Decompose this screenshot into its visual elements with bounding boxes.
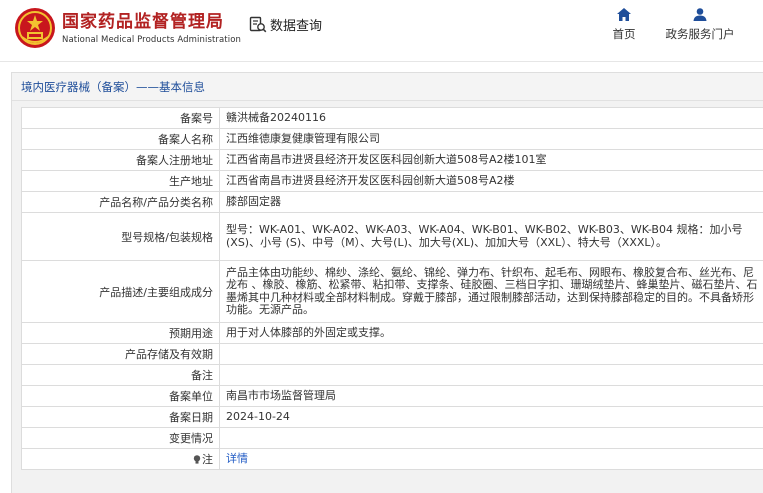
nav-service-portal[interactable]: 政务服务门户 [660, 8, 740, 42]
national-emblem-icon [15, 8, 55, 48]
row-label-intended-use: 预期用途 [21, 322, 220, 344]
row-label-model-spec: 型号规格/包装规格 [21, 212, 220, 261]
data-query-label: 数据查询 [270, 19, 323, 34]
site-header: 国家药品监督管理局 National Medical Products Admi… [0, 0, 763, 62]
record-detail-panel: 境内医疗器械（备案）——基本信息 备案号 赣洪械备20240116 备案人名称 … [11, 72, 763, 493]
row-value-remarks [219, 364, 763, 386]
row-value-filing-date: 2024-10-24 [219, 406, 763, 428]
row-value-product-description: 产品主体由功能纱、棉纱、涤纶、氨纶、锦纶、弹力布、针织布、起毛布、网眼布、橡胶复… [219, 260, 763, 323]
row-value-product-name: 膝部固定器 [219, 191, 763, 213]
row-value-filer-name: 江西维德康复健康管理有限公司 [219, 128, 763, 150]
table-row: 备案人名称 江西维德康复健康管理有限公司 [21, 128, 763, 150]
row-label-production-address: 生产地址 [21, 170, 220, 192]
table-row: 产品名称/产品分类名称 膝部固定器 [21, 191, 763, 213]
row-label-filer-name: 备案人名称 [21, 128, 220, 150]
data-query-section[interactable]: 数据查询 [249, 15, 322, 34]
row-label-change-status: 变更情况 [21, 427, 220, 449]
panel-title-main: 境内医疗器械（备案） [21, 80, 136, 94]
row-label-filing-date: 备案日期 [21, 406, 220, 428]
table-row: 备注 [21, 364, 763, 386]
table-row: 备案单位 南昌市市场监督管理局 [21, 385, 763, 407]
row-label-record-no: 备案号 [21, 107, 220, 129]
nav-service-portal-label: 政务服务门户 [665, 27, 735, 41]
lightbulb-icon [193, 455, 201, 464]
row-value-filing-unit: 南昌市市场监督管理局 [219, 385, 763, 407]
note-label-text: 注 [202, 453, 213, 466]
row-value-note: 详情 [219, 448, 763, 470]
nav-home-label: 首页 [612, 27, 636, 41]
row-label-filing-unit: 备案单位 [21, 385, 220, 407]
row-value-model-spec: 型号：WK-A01、WK-A02、WK-A03、WK-A04、WK-B01、WK… [219, 212, 763, 261]
row-label-product-description: 产品描述/主要组成成分 [21, 260, 220, 323]
data-query-icon [249, 16, 267, 32]
row-label-product-name: 产品名称/产品分类名称 [21, 191, 220, 213]
row-value-registered-address: 江西省南昌市进贤县经济开发区医科园创新大道508号A2楼101室 [219, 149, 763, 171]
user-icon [693, 8, 707, 21]
row-value-production-address: 江西省南昌市进贤县经济开发区医科园创新大道508号A2楼 [219, 170, 763, 192]
panel-title: 境内医疗器械（备案）——基本信息 [12, 73, 763, 101]
home-icon [617, 8, 631, 21]
site-logo[interactable]: 国家药品监督管理局 National Medical Products Admi… [14, 7, 241, 49]
table-row: 产品描述/主要组成成分 产品主体由功能纱、棉纱、涤纶、氨纶、锦纶、弹力布、针织布… [21, 260, 763, 323]
panel-title-separator: —— [136, 80, 159, 94]
table-row: 产品存储及有效期 [21, 343, 763, 365]
row-value-change-status [219, 427, 763, 449]
row-value-storage-validity [219, 343, 763, 365]
record-detail-table: 备案号 赣洪械备20240116 备案人名称 江西维德康复健康管理有限公司 备案… [21, 107, 763, 470]
details-link[interactable]: 详情 [226, 452, 248, 465]
row-value-intended-use: 用于对人体膝部的外固定或支撑。 [219, 322, 763, 344]
table-row: 预期用途 用于对人体膝部的外固定或支撑。 [21, 322, 763, 344]
table-row: 备案日期 2024-10-24 [21, 406, 763, 428]
table-row: 备案号 赣洪械备20240116 [21, 107, 763, 129]
org-name-cn: 国家药品监督管理局 [62, 11, 224, 32]
table-row: 变更情况 [21, 427, 763, 449]
nav-home[interactable]: 首页 [608, 8, 640, 42]
org-name-en: National Medical Products Administration [62, 34, 241, 45]
row-value-record-no: 赣洪械备20240116 [219, 107, 763, 129]
table-row: 注 详情 [21, 448, 763, 470]
row-label-registered-address: 备案人注册地址 [21, 149, 220, 171]
row-label-storage-validity: 产品存储及有效期 [21, 343, 220, 365]
row-label-note: 注 [21, 448, 220, 470]
table-row: 备案人注册地址 江西省南昌市进贤县经济开发区医科园创新大道508号A2楼101室 [21, 149, 763, 171]
table-row: 型号规格/包装规格 型号：WK-A01、WK-A02、WK-A03、WK-A04… [21, 212, 763, 261]
panel-title-sub: 基本信息 [159, 80, 205, 94]
table-row: 生产地址 江西省南昌市进贤县经济开发区医科园创新大道508号A2楼 [21, 170, 763, 192]
row-label-remarks: 备注 [21, 364, 220, 386]
